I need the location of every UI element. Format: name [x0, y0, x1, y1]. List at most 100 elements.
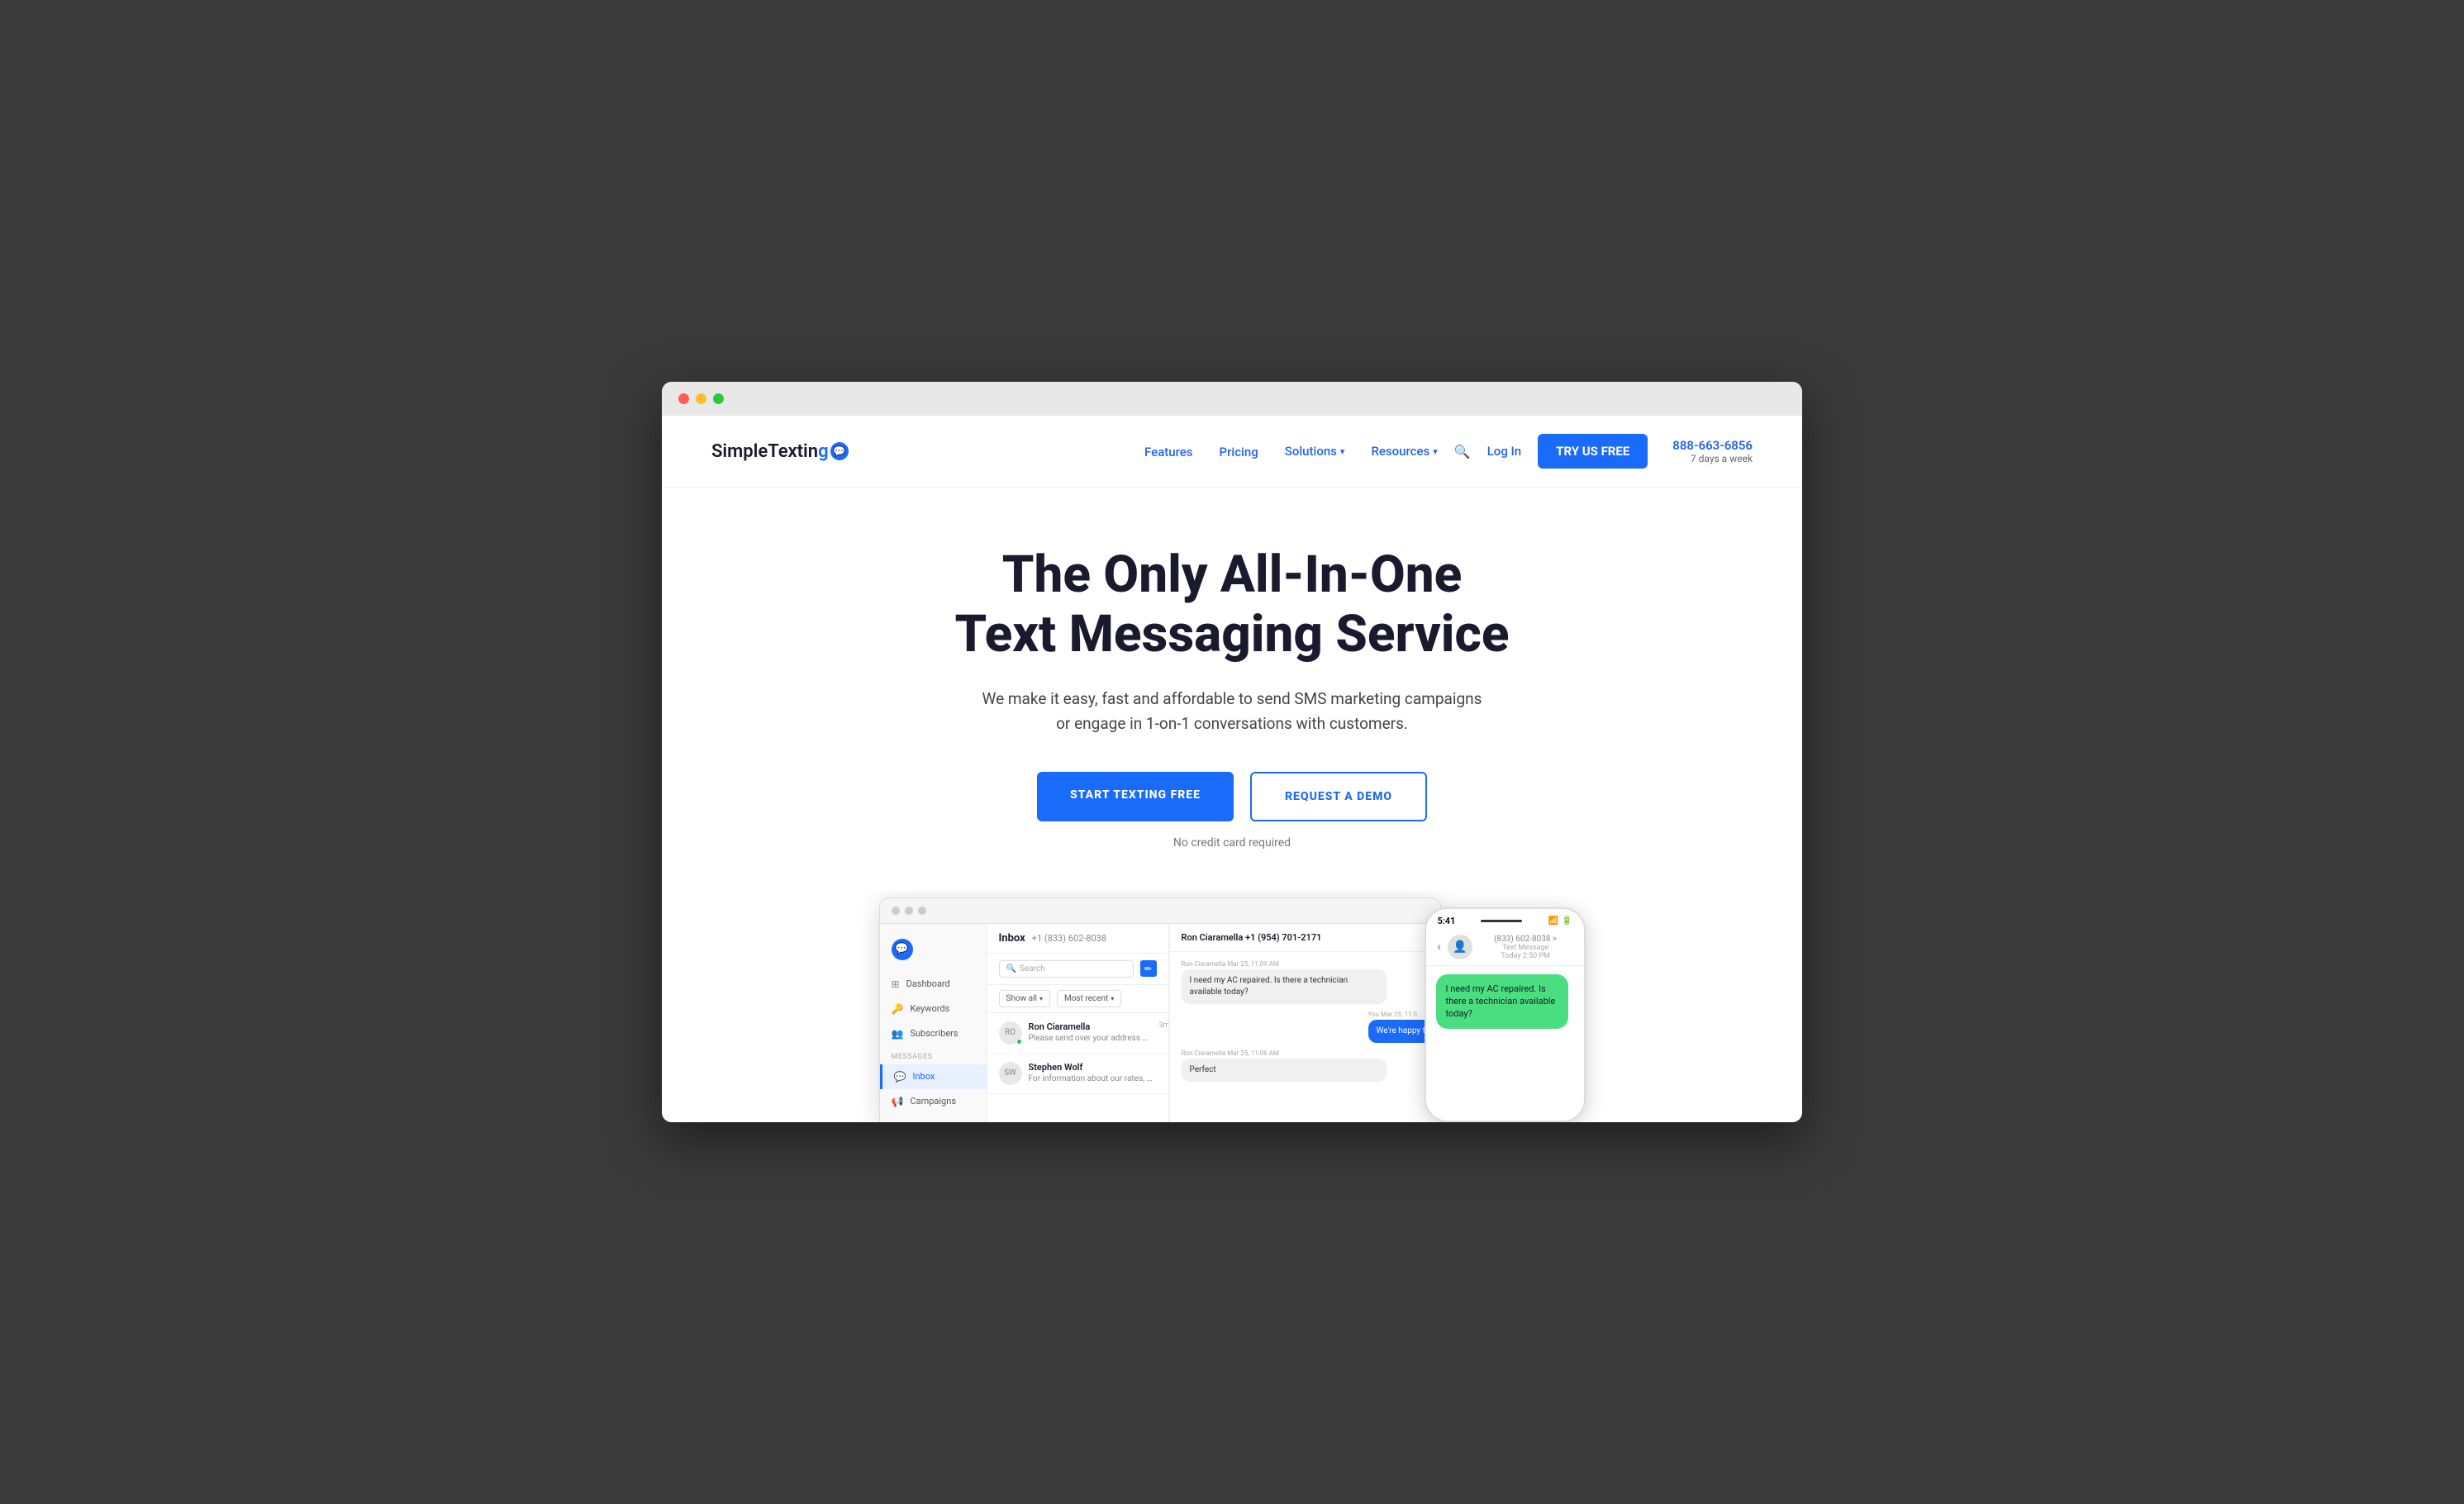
campaigns-icon: 📢 — [892, 1096, 904, 1107]
sidebar-campaigns-label: Campaigns — [910, 1096, 956, 1107]
hero-subtitle: We make it easy, fast and affordable to … — [976, 687, 1488, 737]
phone-info: 888-663-6856 7 days a week — [1672, 438, 1753, 464]
dashboard-icon: ⊞ — [892, 978, 900, 990]
inbox-phone-number: +1 (833) 602-8038 — [1032, 933, 1106, 944]
browser-window: SimpleTexting 💬 Features Pricing Solutio… — [662, 382, 1802, 1121]
keywords-icon: 🔑 — [892, 1003, 904, 1015]
browser-minimize-dot[interactable] — [696, 393, 706, 404]
sidebar-logo-icon: 💬 — [892, 939, 913, 960]
convo-preview-stephen: For information about our rates, plea... — [1029, 1074, 1153, 1083]
subscribers-icon: 👥 — [892, 1028, 904, 1040]
start-texting-button[interactable]: START TEXTING FREE — [1037, 772, 1234, 821]
nav-links: Features Pricing Solutions Resources — [1144, 444, 1438, 459]
search-icon[interactable]: 🔍 — [1454, 444, 1471, 459]
no-credit-card-text: No credit card required — [711, 836, 1753, 850]
nav-login[interactable]: Log In — [1487, 444, 1521, 459]
conversation-item-ron[interactable]: RO Ron Ciaramella Please send over your … — [987, 1013, 1168, 1054]
convo-preview-ron: Please send over your address and... — [1029, 1034, 1153, 1043]
nav-features[interactable]: Features — [1144, 445, 1192, 459]
browser-close-dot[interactable] — [678, 393, 689, 404]
sidebar-subscribers-label: Subscribers — [910, 1028, 958, 1039]
phone-chat-header: ‹ 👤 (833) 602-8038 > Text Message Today … — [1426, 930, 1584, 966]
inbox-header: Inbox +1 (833) 602-8038 — [987, 924, 1168, 954]
chat-messages: Ron Ciaramella Mar 25, 11:09 AM I need m… — [1170, 952, 1441, 1122]
sidebar-keywords[interactable]: 🔑 Keywords — [880, 997, 987, 1021]
try-us-free-button[interactable]: TRY US FREE — [1538, 434, 1648, 469]
phone-status-bar: 5:41 📶 🔋 — [1426, 909, 1584, 930]
conversation-item-stephen[interactable]: SW Stephen Wolf For information about ou… — [987, 1054, 1168, 1094]
sidebar-dashboard[interactable]: ⊞ Dashboard — [880, 972, 987, 997]
compose-button[interactable]: ✏ — [1140, 960, 1157, 977]
chat-bubble-received-1: I need my AC repaired. Is there a techni… — [1182, 969, 1387, 1004]
chat-label-1: Ron Ciaramella Mar 25, 11:09 AM — [1182, 960, 1387, 968]
phone-hours: 7 days a week — [1691, 453, 1753, 464]
mock-dot-3 — [918, 907, 926, 915]
sidebar-logo: 💬 — [880, 935, 987, 972]
mock-dot-2 — [905, 907, 913, 915]
desktop-app-mockup: 💬 ⊞ Dashboard 🔑 Keywords 👥 Subscrib — [879, 897, 1441, 1122]
app-sidebar: 💬 ⊞ Dashboard 🔑 Keywords 👥 Subscrib — [880, 924, 987, 1122]
chat-panel: Ron Ciaramella +1 (954) 701-2171 Ron Cia… — [1169, 924, 1441, 1122]
nav-pricing[interactable]: Pricing — [1220, 445, 1258, 459]
logo-icon: 💬 — [830, 442, 849, 460]
nav-resources[interactable]: Resources — [1371, 444, 1437, 459]
sidebar-subscribers[interactable]: 👥 Subscribers — [880, 1021, 987, 1046]
search-placeholder: Search — [1020, 964, 1045, 973]
filter-row: Show all Most recent — [987, 985, 1168, 1013]
filter-show-all[interactable]: Show all — [999, 990, 1050, 1007]
phone-contact-avatar: 👤 — [1448, 935, 1472, 959]
phone-received-msg: I need my AC repaired. Is there a techni… — [1436, 974, 1568, 1029]
page-content: SimpleTexting 💬 Features Pricing Solutio… — [662, 416, 1802, 1121]
logo-text-g: g — [818, 441, 829, 462]
chat-msg-received-1: Ron Ciaramella Mar 25, 11:09 AM I need m… — [1182, 960, 1387, 1004]
inbox-title: Inbox — [999, 932, 1025, 945]
mock-dot-1 — [892, 907, 900, 915]
chat-label-3: Ron Ciaramella Mar 25, 11:06 AM — [1182, 1049, 1387, 1057]
convo-time-ron: 3m — [1159, 1021, 1168, 1030]
phone-green-bubble: I need my AC repaired. Is there a techni… — [1436, 974, 1568, 1029]
navbar: SimpleTexting 💬 Features Pricing Solutio… — [662, 416, 1802, 488]
hero-buttons: START TEXTING FREE REQUEST A DEMO — [711, 772, 1753, 821]
convo-info-stephen: Stephen Wolf For information about our r… — [1029, 1062, 1157, 1083]
sidebar-inbox-label: Inbox — [912, 1071, 935, 1082]
logo-text-simple: SimpleTextin — [711, 441, 818, 462]
conversation-list: RO Ron Ciaramella Please send over your … — [987, 1013, 1168, 1094]
chat-bubble-received-2: Perfect — [1182, 1059, 1387, 1082]
battery-icon: 🔋 — [1562, 916, 1572, 926]
browser-fullscreen-dot[interactable] — [713, 393, 724, 404]
phone-number: 888-663-6856 — [1672, 438, 1753, 453]
sidebar-campaigns[interactable]: 📢 Campaigns — [880, 1089, 987, 1114]
logo[interactable]: SimpleTexting 💬 — [711, 441, 849, 462]
chat-header: Ron Ciaramella +1 (954) 701-2171 — [1170, 924, 1441, 952]
hero-title: The Only All-In-One Text Messaging Servi… — [711, 545, 1753, 664]
nav-solutions[interactable]: Solutions — [1285, 444, 1345, 459]
request-demo-button[interactable]: REQUEST A DEMO — [1250, 772, 1427, 821]
phone-messages: I need my AC repaired. Is there a techni… — [1426, 966, 1584, 1037]
inbox-icon: 💬 — [894, 1071, 906, 1083]
avatar-stephen: SW — [999, 1062, 1022, 1085]
inbox-search[interactable]: 🔍 Search — [999, 960, 1134, 978]
sidebar-dashboard-label: Dashboard — [906, 978, 950, 989]
browser-chrome — [662, 382, 1802, 416]
phone-status-icons: 📶 🔋 — [1548, 916, 1572, 926]
phone-contact-info: (833) 602-8038 > Text Message Today 2:50… — [1479, 935, 1572, 960]
phone-contact-number: (833) 602-8038 > — [1479, 935, 1572, 944]
wifi-icon: 📶 — [1548, 916, 1558, 926]
convo-info-ron: Ron Ciaramella Please send over your add… — [1029, 1021, 1153, 1043]
conversation-list-panel: Inbox +1 (833) 602-8038 🔍 Search ✏ Show … — [987, 924, 1169, 1122]
phone-time: 5:41 — [1438, 916, 1456, 926]
phone-mockup: 5:41 📶 🔋 ‹ 👤 (833) 602-8038 > Text Messa… — [1425, 907, 1586, 1122]
convo-name-ron: Ron Ciaramella — [1029, 1021, 1153, 1032]
phone-type-label: Text Message — [1479, 944, 1572, 952]
convo-name-stephen: Stephen Wolf — [1029, 1062, 1157, 1073]
sidebar-messages-label: Messages — [880, 1046, 987, 1064]
chat-msg-received-2: Ron Ciaramella Mar 25, 11:06 AM Perfect — [1182, 1049, 1387, 1082]
sidebar-inbox[interactable]: 💬 Inbox — [880, 1064, 987, 1089]
phone-back-button[interactable]: ‹ — [1438, 940, 1441, 954]
app-body: 💬 ⊞ Dashboard 🔑 Keywords 👥 Subscrib — [880, 924, 1440, 1122]
filter-most-recent[interactable]: Most recent — [1057, 990, 1121, 1007]
mockup-titlebar — [880, 898, 1440, 924]
inbox-toolbar: 🔍 Search ✏ — [987, 954, 1168, 985]
phone-date-label: Today 2:50 PM — [1479, 952, 1572, 960]
hero-section: The Only All-In-One Text Messaging Servi… — [662, 488, 1802, 890]
